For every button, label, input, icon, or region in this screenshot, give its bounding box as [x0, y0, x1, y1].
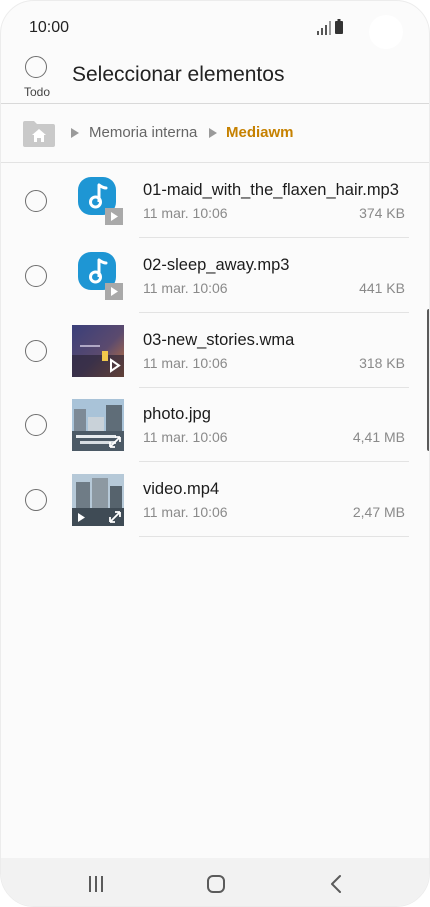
row-checkbox[interactable] — [25, 340, 47, 362]
file-size: 374 KB — [359, 205, 405, 221]
status-time: 10:00 — [29, 19, 70, 36]
signal-icon — [317, 21, 331, 35]
file-name: 02-sleep_away.mp3 — [143, 256, 290, 274]
music-file-icon — [78, 252, 123, 300]
screen: 10:00 Todo Seleccionar elementos Memoria… — [0, 0, 430, 907]
photo-thumbnail — [72, 399, 124, 451]
breadcrumb-current[interactable]: Mediawm — [226, 124, 294, 141]
file-row[interactable]: 01-maid_with_the_flaxen_hair.mp3 11 mar.… — [1, 163, 429, 238]
album-thumbnail — [72, 325, 124, 377]
file-name: video.mp4 — [143, 480, 220, 498]
battery-icon — [335, 19, 343, 34]
row-checkbox[interactable] — [25, 265, 47, 287]
file-row[interactable]: photo.jpg 11 mar. 10:06 4,41 MB — [1, 387, 429, 462]
home-folder-icon[interactable] — [23, 119, 55, 147]
select-all-circle[interactable] — [25, 56, 47, 78]
back-icon[interactable] — [323, 871, 349, 897]
file-name: photo.jpg — [143, 405, 211, 423]
file-row[interactable]: video.mp4 11 mar. 10:06 2,47 MB — [1, 462, 429, 537]
file-date: 11 mar. 10:06 — [143, 355, 228, 371]
file-row[interactable]: 03-new_stories.wma 11 mar. 10:06 318 KB — [1, 313, 429, 388]
file-date: 11 mar. 10:06 — [143, 205, 228, 221]
row-checkbox[interactable] — [25, 414, 47, 436]
page-title: Seleccionar elementos — [72, 63, 285, 86]
file-date: 11 mar. 10:06 — [143, 504, 228, 520]
breadcrumb-arrow-icon — [209, 128, 217, 138]
row-checkbox[interactable] — [25, 489, 47, 511]
recents-icon[interactable] — [83, 871, 109, 897]
file-size: 4,41 MB — [352, 429, 405, 445]
navigation-bar — [1, 858, 429, 906]
status-bar: 10:00 — [1, 1, 429, 53]
file-size: 2,47 MB — [352, 504, 405, 520]
breadcrumb-parent[interactable]: Memoria interna — [89, 124, 197, 141]
file-size: 441 KB — [359, 280, 405, 296]
video-thumbnail — [72, 474, 124, 526]
select-all-checkbox[interactable]: Todo — [15, 56, 59, 102]
header: Todo Seleccionar elementos — [1, 53, 429, 103]
file-row[interactable]: 02-sleep_away.mp3 11 mar. 10:06 441 KB — [1, 238, 429, 313]
select-all-label: Todo — [23, 85, 51, 99]
file-name: 03-new_stories.wma — [143, 331, 295, 349]
file-date: 11 mar. 10:06 — [143, 429, 228, 445]
divider — [139, 536, 409, 537]
breadcrumb-arrow-icon — [71, 128, 79, 138]
front-camera — [369, 15, 403, 49]
home-icon[interactable] — [203, 871, 229, 897]
breadcrumb: Memoria interna Mediawm — [1, 104, 429, 162]
file-name: 01-maid_with_the_flaxen_hair.mp3 — [143, 181, 399, 199]
music-file-icon — [78, 177, 123, 225]
file-date: 11 mar. 10:06 — [143, 280, 228, 296]
row-checkbox[interactable] — [25, 190, 47, 212]
file-size: 318 KB — [359, 355, 405, 371]
